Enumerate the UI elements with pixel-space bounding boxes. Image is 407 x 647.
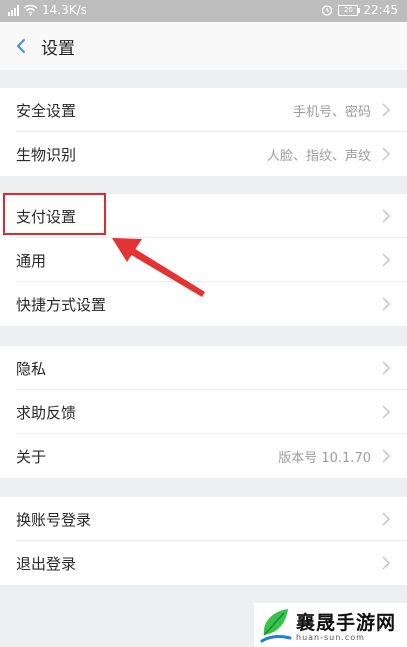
settings-item-general[interactable]: 通用 (0, 238, 407, 282)
settings-item-label: 通用 (16, 251, 47, 270)
chevron-right-icon (382, 253, 390, 267)
settings-item-about[interactable]: 关于 版本号 10.1.70 (0, 434, 407, 478)
chevron-right-icon (382, 147, 390, 161)
chevron-right-icon (382, 405, 390, 419)
chevron-right-icon (382, 361, 390, 375)
alarm-icon (322, 5, 333, 16)
chevron-right-icon (382, 556, 390, 570)
settings-item-value: 人脸、指纹、声纹 (266, 148, 371, 164)
chevron-left-icon (17, 39, 25, 53)
clock: 22:45 (363, 3, 398, 17)
signal-icon (8, 4, 19, 16)
header-bar: 设置 (0, 22, 407, 70)
settings-item-label: 退出登录 (16, 554, 77, 573)
settings-group-misc: 隐私 求助反馈 关于 版本号 10.1.70 (0, 346, 407, 478)
settings-item-logout[interactable]: 退出登录 (0, 541, 407, 585)
leaf-logo-icon (260, 609, 292, 643)
settings-item-switch-account[interactable]: 换账号登录 (0, 497, 407, 541)
page-title: 设置 (41, 38, 75, 59)
settings-item-feedback[interactable]: 求助反馈 (0, 390, 407, 434)
settings-item-value: 版本号 10.1.70 (278, 450, 371, 466)
settings-item-privacy[interactable]: 隐私 (0, 346, 407, 390)
settings-item-label: 安全设置 (16, 101, 77, 120)
battery-icon: 20 (338, 4, 361, 16)
chevron-right-icon (382, 449, 390, 463)
watermark: 襄晟手游网 huan-sun.com (254, 603, 407, 647)
settings-item-label: 快捷方式设置 (16, 295, 107, 314)
settings-item-label: 换账号登录 (16, 510, 92, 529)
chevron-right-icon (382, 512, 390, 526)
wifi-icon (23, 4, 38, 16)
settings-item-label: 隐私 (16, 359, 47, 378)
highlight-box (3, 193, 106, 235)
chevron-right-icon (382, 103, 390, 117)
watermark-title: 襄晟手游网 (296, 612, 397, 634)
settings-item-shortcuts[interactable]: 快捷方式设置 (0, 282, 407, 326)
battery-level: 20 (343, 5, 353, 14)
settings-item-biometrics[interactable]: 生物识别 人脸、指纹、声纹 (0, 132, 407, 176)
settings-item-label: 关于 (16, 447, 47, 466)
settings-group-session: 换账号登录 退出登录 (0, 497, 407, 585)
network-speed: 14.3K/s (42, 3, 87, 17)
settings-item-security[interactable]: 安全设置 手机号、密码 (0, 88, 407, 132)
settings-item-label: 求助反馈 (16, 403, 77, 422)
settings-item-label: 生物识别 (16, 145, 77, 164)
status-bar: 14.3K/s 20 22:45 (0, 0, 407, 22)
chevron-right-icon (382, 209, 390, 223)
chevron-right-icon (382, 297, 390, 311)
settings-group-account: 安全设置 手机号、密码 生物识别 人脸、指纹、声纹 (0, 88, 407, 176)
settings-item-value: 手机号、密码 (292, 104, 371, 120)
back-button[interactable] (3, 22, 39, 70)
